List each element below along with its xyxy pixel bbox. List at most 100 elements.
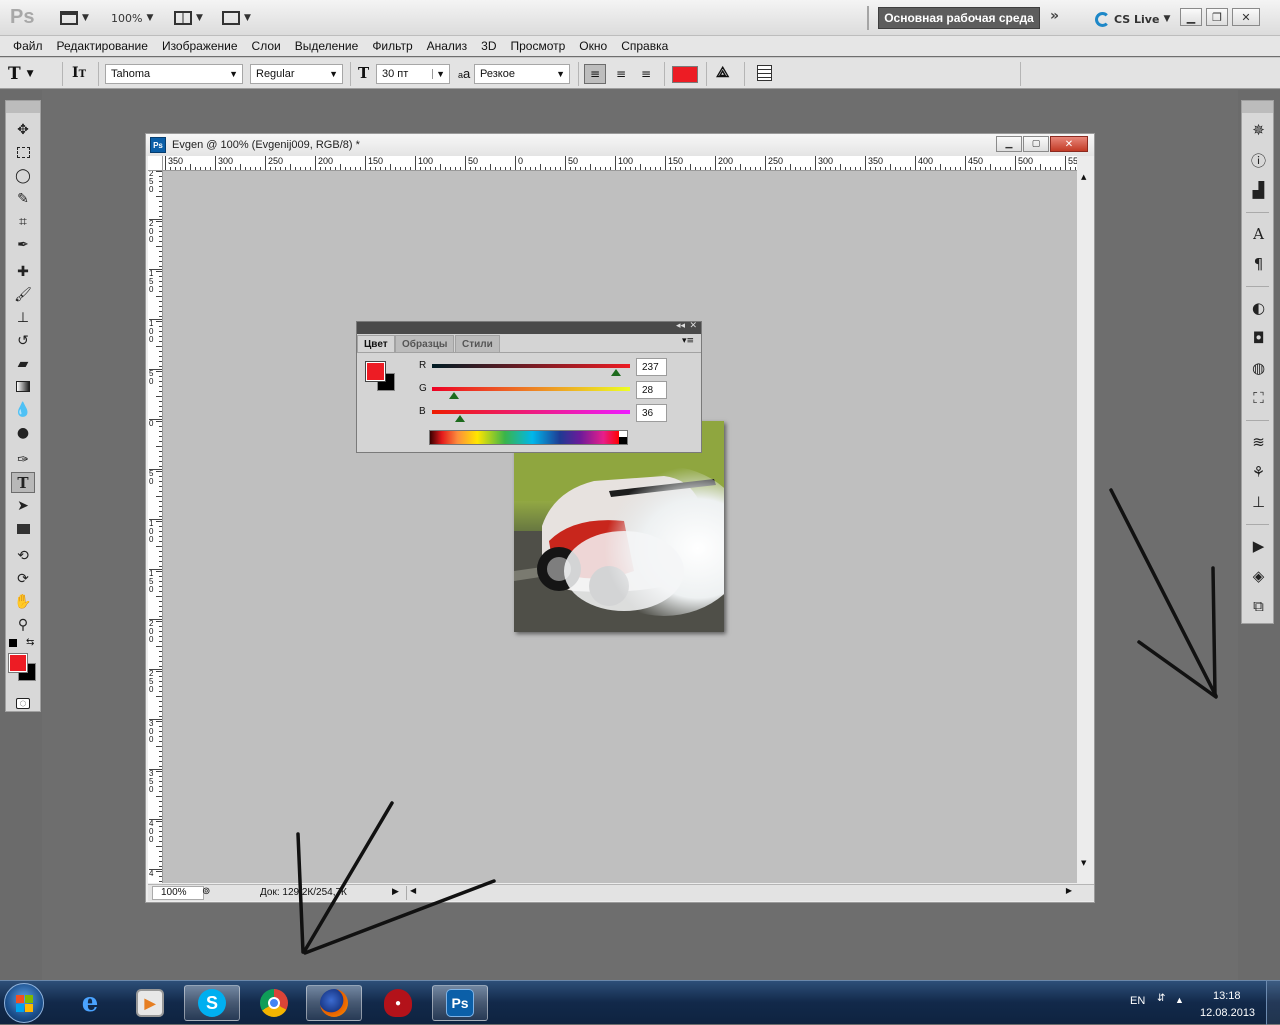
taskbar-ie[interactable]: e — [62, 985, 118, 1021]
ruler-origin[interactable] — [148, 156, 163, 171]
font-style-select[interactable]: Regular ▼ — [250, 64, 343, 84]
panel-strip-header[interactable] — [1242, 101, 1273, 113]
align-right-button[interactable]: ≡ — [635, 64, 657, 84]
font-family-select[interactable]: Tahoma ▼ — [105, 64, 243, 84]
start-button[interactable] — [4, 983, 44, 1023]
masks-icon[interactable]: ◍ — [1242, 353, 1275, 383]
color-panel-header[interactable]: ◂◂ ✕ — [357, 321, 701, 334]
blue-value-field[interactable]: 36 — [636, 404, 667, 422]
green-value-field[interactable]: 28 — [636, 381, 667, 399]
clone-source-icon[interactable]: ⊥ — [1242, 487, 1275, 517]
taskbar-chrome[interactable] — [246, 985, 302, 1021]
character-icon[interactable]: A — [1242, 219, 1275, 249]
antialias-select[interactable]: Резкое ▼ — [474, 64, 570, 84]
paragraph-icon[interactable]: ¶ — [1242, 249, 1275, 279]
taskbar-app-red[interactable]: ● — [370, 985, 426, 1021]
menu-view[interactable]: Просмотр — [503, 39, 572, 53]
blur-tool-icon[interactable]: 💧 — [11, 399, 35, 420]
taskbar-media-player[interactable]: ▶ — [122, 985, 178, 1021]
histogram-icon[interactable]: ▟ — [1242, 175, 1275, 205]
cs-live-button[interactable]: CS Live ▼ — [1095, 9, 1170, 29]
menu-file[interactable]: Файл — [6, 39, 50, 53]
clone-stamp-tool-icon[interactable]: ⊥ — [11, 307, 35, 328]
taskbar-photoshop[interactable]: Ps — [432, 985, 488, 1021]
gradient-tool-icon[interactable] — [11, 376, 35, 397]
channels-icon[interactable]: ⧉ — [1242, 591, 1275, 621]
red-value-field[interactable]: 237 — [636, 358, 667, 376]
text-color-swatch[interactable] — [672, 66, 698, 83]
quick-selection-tool-icon[interactable]: ✎ — [11, 188, 35, 209]
screen-mode-button[interactable]: ▼ — [222, 8, 251, 28]
vertical-scrollbar[interactable]: ▲ ▼ — [1077, 171, 1094, 883]
close-button[interactable]: ✕ — [1232, 8, 1260, 26]
tab-swatches[interactable]: Образцы — [395, 335, 455, 352]
eyedropper-tool-icon[interactable]: ✒ — [11, 234, 35, 255]
align-left-button[interactable]: ≡ — [584, 64, 606, 84]
rectangle-tool-icon[interactable] — [11, 518, 35, 539]
tab-color[interactable]: Цвет — [357, 335, 395, 353]
history-brush-tool-icon[interactable]: ↺ — [11, 330, 35, 351]
scroll-left-icon[interactable]: ◀ — [410, 886, 416, 895]
menu-filter[interactable]: Фильтр — [365, 39, 419, 53]
status-menu-arrow-icon[interactable]: ▶ — [392, 886, 399, 897]
close-panel-icon[interactable]: ✕ — [689, 321, 697, 331]
menu-help[interactable]: Справка — [614, 39, 675, 53]
show-hidden-icons-icon[interactable]: ▲ — [1175, 995, 1184, 1005]
dodge-tool-icon[interactable]: ● — [11, 422, 35, 443]
navigator-icon[interactable]: ✵ — [1242, 115, 1275, 145]
layers-icon[interactable]: ◈ — [1242, 561, 1275, 591]
3d-orbit-tool-icon[interactable]: ⟳ — [11, 568, 35, 589]
lasso-tool-icon[interactable]: ◯ — [11, 165, 35, 186]
foreground-color-swatch[interactable] — [8, 653, 28, 673]
brush-tool-icon[interactable]: 🖌 — [11, 284, 35, 305]
restore-button[interactable]: ❐ — [1206, 8, 1228, 26]
adjustments-icon[interactable]: ◘ — [1242, 323, 1275, 353]
type-tool-icon-active[interactable]: T — [11, 472, 35, 493]
marquee-tool-icon[interactable] — [11, 142, 35, 163]
blue-slider-track[interactable] — [432, 410, 630, 414]
eraser-tool-icon[interactable]: ▰ — [11, 353, 35, 374]
healing-brush-tool-icon[interactable]: ✚ — [11, 261, 35, 282]
green-slider-thumb[interactable] — [448, 392, 459, 399]
color-ramp[interactable] — [429, 430, 628, 445]
menu-select[interactable]: Выделение — [288, 39, 366, 53]
color-panel-icon[interactable]: ◐ — [1242, 293, 1275, 323]
taskbar-firefox[interactable] — [306, 985, 362, 1021]
panel-foreground-swatch[interactable] — [365, 361, 386, 382]
double-chevron-icon[interactable]: » — [1050, 8, 1059, 24]
zoom-tool-icon[interactable]: ⚲ — [11, 614, 35, 635]
font-size-select[interactable]: 30 пт ▼ — [376, 64, 450, 84]
brushes-icon[interactable]: ⚘ — [1242, 457, 1275, 487]
scroll-right-icon[interactable]: ▶ — [1066, 886, 1072, 895]
language-indicator[interactable]: EN — [1130, 995, 1145, 1007]
align-center-button[interactable]: ≡ — [610, 64, 632, 84]
path-selection-tool-icon[interactable]: ➤ — [11, 495, 35, 516]
menu-analysis[interactable]: Анализ — [420, 39, 475, 53]
document-title-bar[interactable]: Ps Evgen @ 100% (Evgenij009, RGB/8) * ▁ … — [146, 134, 1094, 156]
swap-colors-icon[interactable]: ⇆ — [26, 637, 34, 648]
scroll-up-icon[interactable]: ▲ — [1081, 173, 1086, 181]
animation-icon[interactable]: ▶ — [1242, 531, 1275, 561]
pen-tool-icon[interactable]: ✑ — [11, 449, 35, 470]
text-orientation-icon[interactable]: IT — [72, 65, 86, 81]
tab-styles[interactable]: Стили — [455, 335, 500, 352]
default-colors-icon[interactable] — [9, 639, 17, 647]
doc-maximize-button[interactable]: ▢ — [1023, 136, 1049, 152]
info-icon[interactable]: ⓘ — [1242, 145, 1275, 175]
arrange-documents-button[interactable]: ▼ — [174, 8, 203, 28]
move-tool-icon[interactable]: ✥ — [11, 119, 35, 140]
tools-panel-header[interactable] — [6, 101, 40, 113]
tool-preset-picker[interactable]: T ▼ — [8, 64, 34, 84]
3d-rotate-tool-icon[interactable]: ⟲ — [11, 545, 35, 566]
menu-3d[interactable]: 3D — [474, 39, 503, 53]
taskbar-skype[interactable]: S — [184, 985, 240, 1021]
network-icon[interactable]: ⇵ — [1157, 993, 1165, 1004]
minimize-button[interactable]: ▁ — [1180, 8, 1202, 26]
zoom-level-dropdown[interactable]: 100% ▼ — [111, 8, 153, 28]
workspace-button[interactable]: Основная рабочая среда — [878, 7, 1040, 29]
red-slider-track[interactable] — [432, 364, 630, 368]
crop-tool-icon[interactable]: ⌗ — [11, 211, 35, 232]
clock-time[interactable]: 13:18 — [1213, 990, 1241, 1002]
menu-window[interactable]: Окно — [572, 39, 614, 53]
red-slider-thumb[interactable] — [611, 369, 622, 376]
